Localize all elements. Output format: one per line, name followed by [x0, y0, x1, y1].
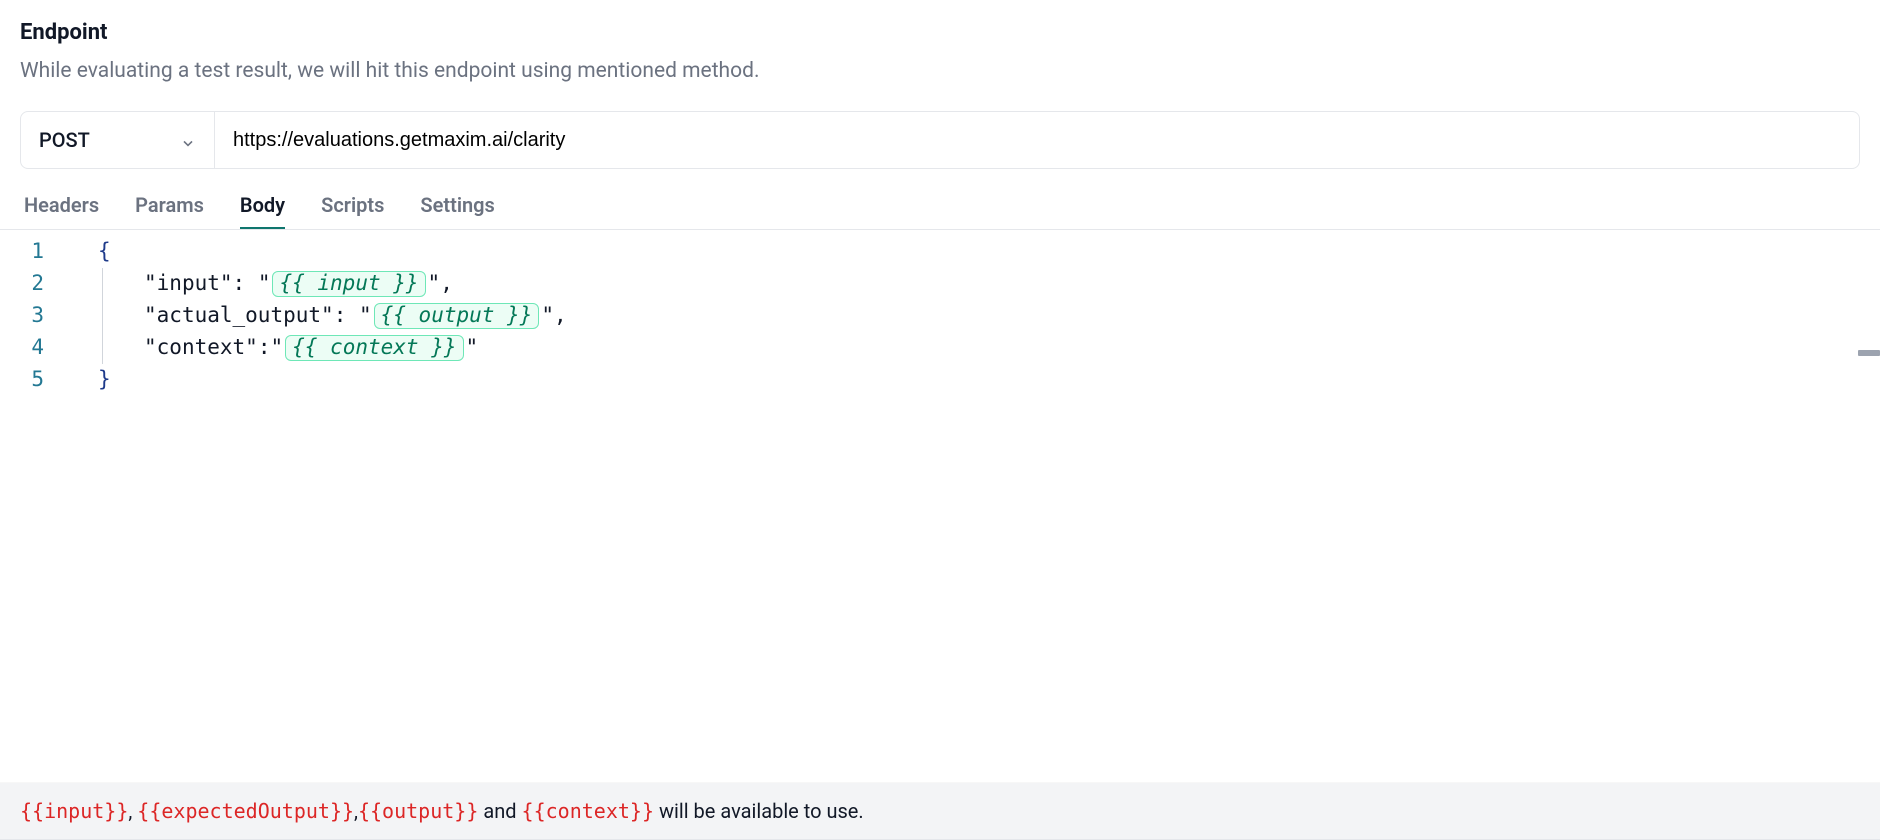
tab-scripts[interactable]: Scripts — [321, 193, 384, 230]
chevron-down-icon — [180, 132, 196, 148]
http-method-value: POST — [39, 128, 90, 152]
body-editor[interactable]: 1 2 3 4 5 { "input": "{{ input }}", "act… — [0, 229, 1880, 603]
endpoint-url-input[interactable] — [215, 111, 1860, 169]
tab-headers[interactable]: Headers — [24, 193, 99, 230]
code-line[interactable]: "actual_output": "{{ output }}", — [56, 300, 1880, 332]
tab-body[interactable]: Body — [240, 193, 285, 230]
section-subtitle: While evaluating a test result, we will … — [20, 59, 1860, 83]
tab-settings[interactable]: Settings — [420, 193, 494, 230]
minimap-indicator — [1858, 350, 1880, 356]
variables-hint: {{input}}, {{expectedOutput}},{{output}}… — [0, 782, 1880, 840]
editor-gutter: 1 2 3 4 5 — [0, 236, 56, 396]
editor-content[interactable]: { "input": "{{ input }}", "actual_output… — [56, 236, 1880, 396]
code-line[interactable]: "input": "{{ input }}", — [56, 268, 1880, 300]
endpoint-config: Endpoint While evaluating a test result,… — [0, 0, 1880, 840]
section-title: Endpoint — [20, 0, 1860, 45]
endpoint-input-row: POST — [20, 111, 1860, 169]
code-line[interactable]: } — [56, 364, 1880, 396]
code-line[interactable]: { — [56, 236, 1880, 268]
request-tabs: Headers Params Body Scripts Settings — [20, 193, 1860, 230]
variable-chip-input: {{ input }} — [272, 271, 425, 297]
tab-params[interactable]: Params — [135, 193, 204, 230]
variable-chip-output: {{ output }} — [374, 303, 540, 329]
http-method-select[interactable]: POST — [20, 111, 215, 169]
code-line[interactable]: "context":"{{ context }}" — [56, 332, 1880, 364]
variable-chip-context: {{ context }} — [285, 335, 463, 361]
